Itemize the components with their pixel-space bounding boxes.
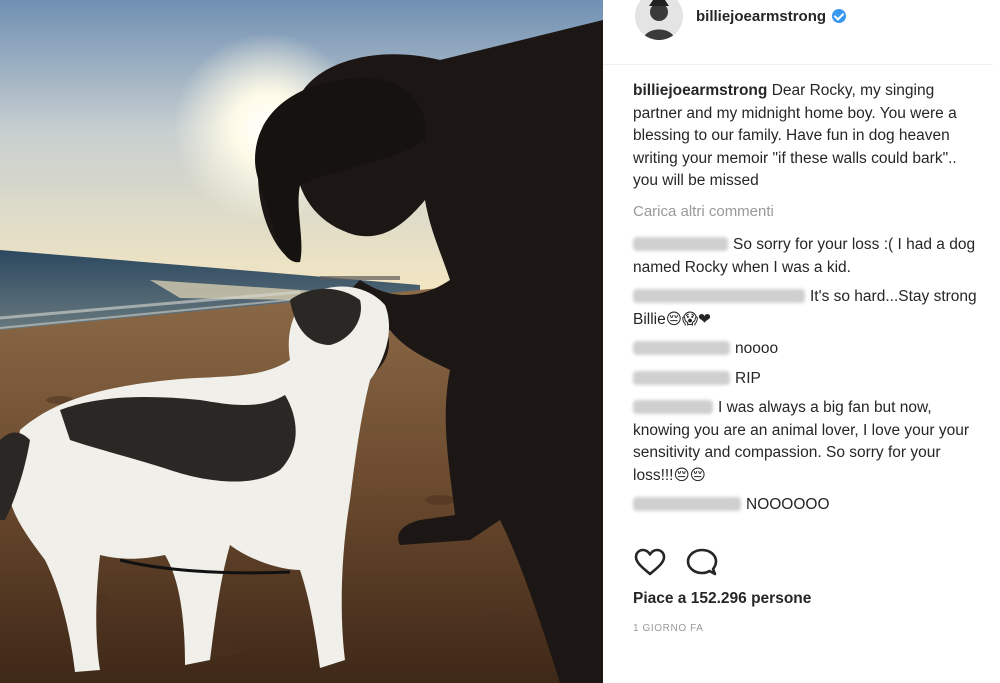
comment-item: NOOOOOO [633, 494, 978, 517]
comment-item: noooo [633, 338, 978, 361]
post-sidebar: billiejoearmstrong billiejoearmstrong De… [603, 0, 1000, 683]
comment-item: It's so hard...Stay strong Billie😔😱❤ [633, 286, 978, 331]
avatar-image [635, 0, 683, 40]
heart-outline-icon [634, 548, 666, 576]
post-timestamp[interactable]: 1 GIORNO FA [633, 623, 704, 634]
username-text[interactable]: billiejoearmstrong [696, 8, 826, 25]
beach-photo-image [0, 0, 603, 683]
post-photo[interactable] [0, 0, 603, 683]
comment-text: noooo [735, 340, 779, 357]
caption-username[interactable]: billiejoearmstrong [633, 82, 767, 99]
comment-item: RIP [633, 368, 978, 391]
comment-text: RIP [735, 369, 761, 387]
load-more-comments-link[interactable]: Carica altri commenti [633, 203, 774, 220]
comment-item: So sorry for your loss :( I had a dog na… [633, 234, 978, 279]
comment-button[interactable] [685, 546, 719, 580]
comments-list: So sorry for your loss :( I had a dog na… [633, 234, 978, 524]
like-button[interactable] [633, 546, 667, 580]
post-caption: billiejoearmstrong Dear Rocky, my singin… [633, 80, 978, 193]
comment-item: I was always a big fan but now, knowing … [633, 397, 978, 487]
post-actions [633, 546, 733, 580]
blurred-username[interactable] [633, 341, 730, 355]
comment-text: NOOOOOO [746, 496, 830, 513]
post-header: billiejoearmstrong [603, 0, 993, 65]
blurred-username[interactable] [633, 497, 741, 511]
blurred-username[interactable] [633, 400, 713, 414]
avatar[interactable] [635, 0, 683, 40]
verified-badge-icon [832, 9, 847, 23]
speech-bubble-icon [687, 548, 718, 576]
blurred-username[interactable] [633, 289, 805, 303]
blurred-username[interactable] [633, 370, 730, 385]
likes-count[interactable]: Piace a 152.296 persone [633, 590, 811, 608]
blurred-username[interactable] [633, 237, 728, 251]
post-author-username[interactable]: billiejoearmstrong [696, 8, 847, 25]
